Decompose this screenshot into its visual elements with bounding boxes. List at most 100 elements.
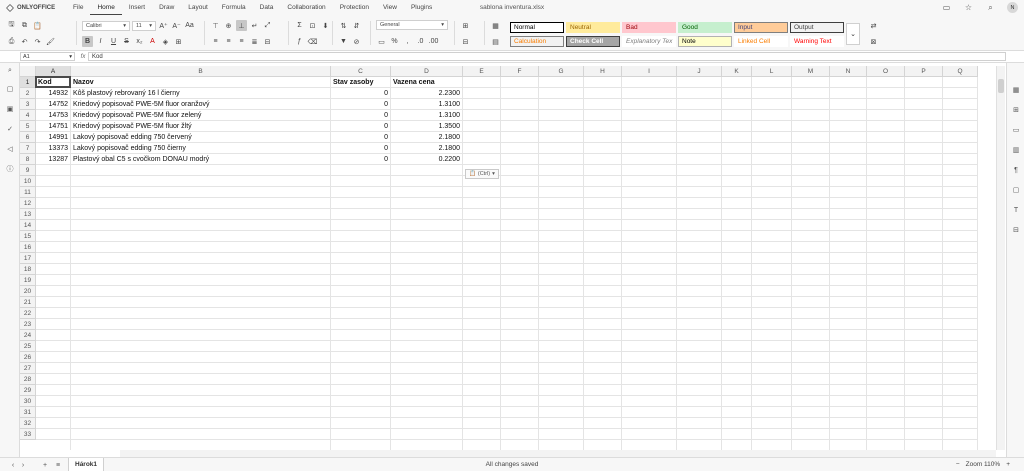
column-header-k[interactable]: K (722, 66, 752, 77)
insert-cells-icon[interactable]: ⊞ (460, 20, 471, 31)
row-header-2[interactable]: 2 (20, 88, 36, 99)
row-header-10[interactable]: 10 (20, 176, 36, 187)
row-header-1[interactable]: 1 (20, 77, 36, 88)
paste-special-button[interactable]: 📋 (Ctrl) ▾ (465, 169, 499, 179)
data-cell[interactable]: 1.3100 (391, 99, 462, 110)
increase-font-icon[interactable]: A⁺ (158, 20, 169, 31)
data-cell[interactable]: 1.3500 (391, 121, 462, 132)
spellcheck-icon[interactable]: ✓ (5, 124, 15, 134)
style-input[interactable]: Input (734, 22, 788, 33)
data-cell[interactable]: 13287 (36, 154, 70, 165)
header-cell[interactable]: Nazov (71, 77, 330, 88)
align-right-icon[interactable]: ≡ (236, 36, 247, 47)
data-cell[interactable]: 0 (331, 132, 390, 143)
justify-icon[interactable]: ≣ (249, 36, 260, 47)
data-cell[interactable]: 14753 (36, 110, 70, 121)
column-header-f[interactable]: F (501, 66, 539, 77)
style-calculation[interactable]: Calculation (510, 36, 564, 47)
chart-settings-icon[interactable]: ▥ (1011, 145, 1021, 155)
favorite-star-icon[interactable]: ☆ (963, 2, 974, 13)
row-header-19[interactable]: 19 (20, 275, 36, 286)
font-name-select[interactable]: Calibri ▾ (82, 20, 130, 31)
style-normal[interactable]: Normal (510, 22, 564, 33)
scroll-thumb[interactable] (998, 79, 1004, 93)
row-header-29[interactable]: 29 (20, 385, 36, 396)
delete-cells-icon[interactable]: ⊟ (460, 36, 471, 47)
data-cell[interactable]: 1.3100 (391, 110, 462, 121)
copy-icon[interactable]: ⧉ (19, 20, 30, 31)
row-header-24[interactable]: 24 (20, 330, 36, 341)
data-cell[interactable]: 2.1800 (391, 132, 462, 143)
open-location-icon[interactable]: ▭ (941, 2, 952, 13)
align-top-icon[interactable]: ⊤ (210, 20, 221, 31)
strikethrough-button[interactable]: S (121, 36, 132, 47)
text-orientation-icon[interactable]: ⤢ (262, 20, 273, 31)
row-header-11[interactable]: 11 (20, 187, 36, 198)
italic-button[interactable]: I (95, 36, 106, 47)
align-bottom-icon[interactable]: ⊥ (236, 20, 247, 31)
row-header-23[interactable]: 23 (20, 319, 36, 330)
menu-formula[interactable]: Formula (215, 0, 253, 15)
data-cell[interactable]: 0 (331, 121, 390, 132)
paste-icon[interactable]: 📋 (32, 20, 43, 31)
scroll-last-sheet-icon[interactable]: › (18, 460, 28, 470)
borders-icon[interactable]: ⊞ (173, 36, 184, 47)
menu-home[interactable]: Home (90, 0, 122, 15)
data-cell[interactable]: 14751 (36, 121, 70, 132)
accounting-format-icon[interactable]: ▭ (376, 36, 387, 47)
row-header-13[interactable]: 13 (20, 209, 36, 220)
column-header-d[interactable]: D (391, 66, 463, 77)
menu-view[interactable]: View (376, 0, 404, 15)
zoom-level[interactable]: Zoom 110% (966, 461, 1001, 468)
style-linked-cell[interactable]: Linked Cell (734, 36, 788, 47)
print-icon[interactable]: ⎙ (6, 36, 17, 47)
pivot-settings-icon[interactable]: ⊟ (1011, 225, 1021, 235)
user-avatar[interactable]: N (1007, 2, 1018, 13)
menu-insert[interactable]: Insert (122, 0, 152, 15)
cell-settings-icon[interactable]: ▦ (1011, 85, 1021, 95)
column-header-p[interactable]: P (905, 66, 943, 77)
clear-icon[interactable]: ⌫ (307, 36, 318, 47)
number-format-select[interactable]: General ▾ (376, 20, 448, 30)
row-header-5[interactable]: 5 (20, 121, 36, 132)
data-cell[interactable]: 13373 (36, 143, 70, 154)
row-header-26[interactable]: 26 (20, 352, 36, 363)
feedback-icon[interactable]: ◁ (5, 144, 15, 154)
menu-data[interactable]: Data (253, 0, 281, 15)
header-cell[interactable]: Vazena cena (391, 77, 462, 88)
table-settings-icon[interactable]: ⊞ (1011, 105, 1021, 115)
menu-plugins[interactable]: Plugins (404, 0, 439, 15)
row-header-32[interactable]: 32 (20, 418, 36, 429)
image-settings-icon[interactable]: ▭ (1011, 125, 1021, 135)
style-good[interactable]: Good (678, 22, 732, 33)
name-box[interactable]: A1 ▾ (20, 52, 75, 61)
row-header-20[interactable]: 20 (20, 286, 36, 297)
style-output[interactable]: Output (790, 22, 844, 33)
row-header-17[interactable]: 17 (20, 253, 36, 264)
sheet-tab[interactable]: Hárok1 (68, 458, 105, 471)
column-header-m[interactable]: M (792, 66, 830, 77)
select-all-icon[interactable]: ⊠ (868, 36, 879, 47)
column-header-g[interactable]: G (539, 66, 584, 77)
percent-format-icon[interactable]: % (389, 36, 400, 47)
paragraph-settings-icon[interactable]: ¶ (1011, 165, 1021, 175)
align-middle-icon[interactable]: ⊕ (223, 20, 234, 31)
data-cell[interactable]: 14991 (36, 132, 70, 143)
redo-icon[interactable]: ↷ (32, 36, 43, 47)
underline-button[interactable]: U (108, 36, 119, 47)
data-cell[interactable]: Plastový obal C5 s cvočkom DONAU modrý (71, 154, 330, 165)
style-warning-text[interactable]: Warning Text (790, 36, 844, 47)
data-cell[interactable]: 0 (331, 88, 390, 99)
menu-protection[interactable]: Protection (333, 0, 376, 15)
styles-expand-button[interactable]: ⌄ (846, 23, 860, 45)
row-header-21[interactable]: 21 (20, 297, 36, 308)
data-cell[interactable]: 0 (331, 154, 390, 165)
row-header-14[interactable]: 14 (20, 220, 36, 231)
row-header-33[interactable]: 33 (20, 429, 36, 440)
data-cell[interactable]: 0 (331, 143, 390, 154)
sort-ascending-icon[interactable]: ⇅ (338, 20, 349, 31)
formula-input[interactable]: Kod (88, 52, 1006, 61)
row-header-27[interactable]: 27 (20, 363, 36, 374)
data-cell[interactable]: 14752 (36, 99, 70, 110)
search-icon[interactable]: ⌕ (5, 66, 15, 76)
